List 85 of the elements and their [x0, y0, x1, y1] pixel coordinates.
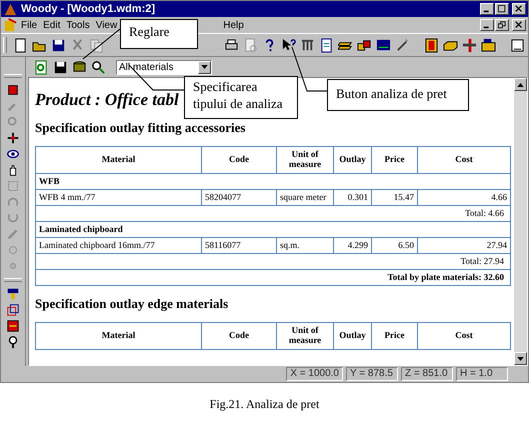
leader-line	[128, 64, 184, 90]
eye-icon[interactable]	[6, 147, 20, 161]
menu-item[interactable]: File	[18, 20, 40, 30]
close-button[interactable]	[512, 19, 526, 31]
page-icon[interactable]	[510, 38, 525, 52]
leader-line	[292, 46, 328, 92]
section-heading: Specification outlay edge materials	[35, 296, 230, 312]
database-icon[interactable]	[72, 60, 87, 74]
callout: Specificarea tipului de analiza	[184, 76, 298, 119]
minimize-button[interactable]	[480, 3, 494, 15]
group-name: WFB	[36, 174, 510, 190]
product-heading: Product : Office tabl	[35, 90, 179, 110]
status-field: X = 1000.0	[286, 367, 343, 381]
menu-item[interactable]: Help	[220, 20, 247, 30]
status-field: Z = 851.0	[401, 367, 453, 381]
status-field: H = 1.0	[456, 367, 508, 381]
table-cell: 27.94	[418, 238, 510, 254]
close-icon	[515, 21, 523, 29]
analysis-type-dropdown[interactable]: All materials	[116, 60, 212, 74]
section-heading: Specification outlay fitting accessories	[35, 120, 246, 136]
context-help-icon[interactable]	[281, 38, 296, 52]
figure-caption: Fig.21. Analiza de pret	[208, 397, 320, 412]
printer-icon[interactable]	[224, 38, 239, 52]
maximize-icon	[498, 5, 506, 13]
table-cell: 6.50	[372, 238, 418, 254]
refresh-icon[interactable]	[34, 60, 49, 74]
table-cell: 58116077	[202, 238, 276, 254]
column-header: Outlay	[334, 146, 372, 174]
table-cell: square meter	[276, 190, 334, 206]
pin-icon[interactable]	[6, 335, 20, 349]
chart-icon[interactable]	[376, 38, 391, 52]
column-header: Cost	[418, 146, 510, 174]
table-cell: 15.47	[372, 190, 418, 206]
table-cell: 4.66	[418, 190, 510, 206]
table-cell: 4.299	[334, 238, 372, 254]
column-header: Price	[372, 146, 418, 174]
boxes-icon[interactable]	[357, 38, 372, 52]
scroll-down-icon	[517, 356, 524, 360]
column-header: Cost	[418, 322, 510, 350]
table-cell: WFB 4 mm./77	[36, 190, 202, 206]
close-button[interactable]	[512, 3, 526, 15]
group-name: Laminated chipboard	[36, 222, 510, 238]
restore-icon	[498, 21, 506, 29]
cabinet-icon[interactable]	[424, 38, 439, 52]
leader-line	[82, 28, 120, 60]
save-icon[interactable]	[53, 60, 68, 74]
dropdown-arrow-icon	[201, 65, 208, 69]
save-icon[interactable]	[51, 38, 66, 52]
group-total: Total: 4.66	[36, 206, 510, 222]
menu-item[interactable]: Edit	[40, 20, 64, 30]
column-header: Material	[36, 146, 202, 174]
column-header: Code	[202, 322, 276, 350]
column-header: Code	[202, 146, 276, 174]
maximize-button[interactable]	[495, 3, 509, 15]
app-icon	[3, 2, 18, 16]
status-field: Y = 878.5	[346, 367, 398, 381]
panel-icon[interactable]	[481, 38, 496, 52]
window-title: Woody - [Woody1.wdm:2]	[21, 3, 156, 15]
table-cell: Laminated chipboard 16mm./77	[36, 238, 202, 254]
table-cell: 58204077	[202, 190, 276, 206]
cube-outline-icon[interactable]	[6, 303, 20, 317]
column-header: Price	[372, 322, 418, 350]
axis-icon[interactable]	[6, 131, 20, 145]
menu-item[interactable]: View	[92, 20, 120, 30]
vertical-scrollbar[interactable]	[514, 78, 527, 365]
tool-icon[interactable]	[6, 287, 20, 301]
close-icon	[515, 5, 523, 13]
copy-icon[interactable]	[89, 38, 104, 52]
table-cell: sq.m.	[276, 238, 334, 254]
table-cell: 0.301	[334, 190, 372, 206]
callout: Buton analiza de pret	[327, 79, 469, 111]
column-header: Unit of measure	[276, 322, 334, 350]
wand-icon[interactable]	[395, 38, 410, 52]
clamp-icon[interactable]	[300, 38, 315, 52]
group-total: Total: 27.94	[36, 254, 510, 270]
minimize-button[interactable]	[480, 19, 494, 31]
column-header: Outlay	[334, 322, 372, 350]
new-file-icon[interactable]	[13, 38, 28, 52]
column-header: Unit of measure	[276, 146, 334, 174]
menu-item[interactable]: Tools	[63, 20, 93, 30]
grand-total: Total by plate materials: 32.60	[36, 270, 510, 286]
column-header: Material	[36, 322, 202, 350]
callout: Reglare	[120, 19, 198, 49]
restore-button[interactable]	[495, 19, 509, 31]
scroll-up-icon	[517, 82, 524, 86]
